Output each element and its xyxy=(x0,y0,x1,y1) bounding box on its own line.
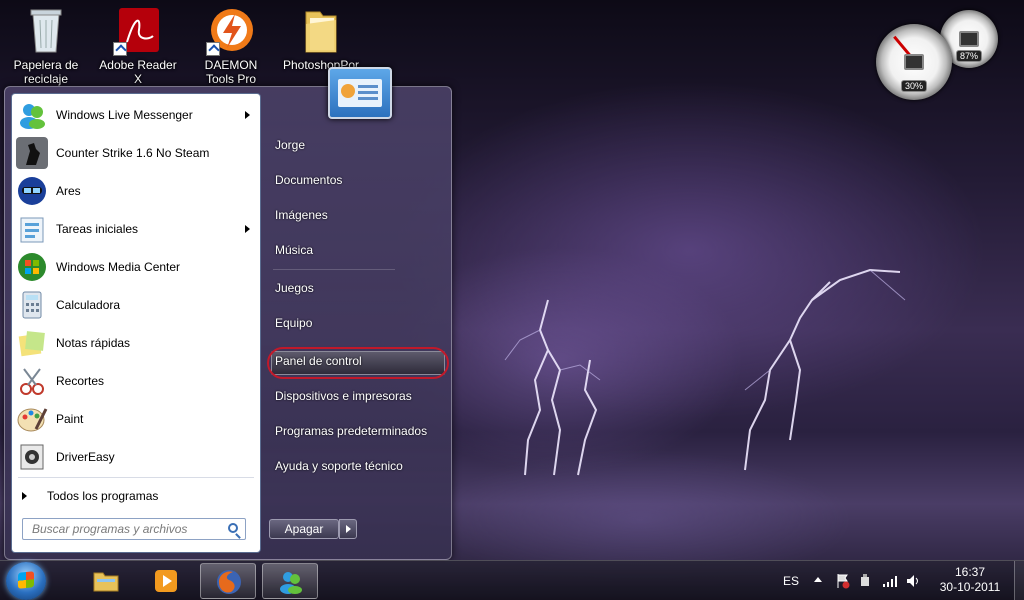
folder-icon xyxy=(298,6,344,54)
volume-icon[interactable] xyxy=(906,574,922,588)
right-item-control-panel[interactable]: Panel de control xyxy=(275,351,362,371)
separator xyxy=(273,269,395,270)
show-hidden-icons-icon[interactable] xyxy=(814,577,822,582)
program-label: Calculadora xyxy=(56,298,121,312)
taskbar-messenger[interactable] xyxy=(262,563,318,599)
right-item-devices[interactable]: Dispositivos e impresoras xyxy=(275,386,412,406)
start-menu: Windows Live Messenger Counter Strike 1.… xyxy=(4,67,452,560)
paint-icon xyxy=(16,403,48,435)
separator xyxy=(18,477,254,478)
taskbar-firefox[interactable] xyxy=(200,563,256,599)
desktop-icon-label: Papelera de reciclaje xyxy=(13,58,79,86)
program-label: DriverEasy xyxy=(56,450,115,464)
program-notas-rapidas[interactable]: Notas rápidas xyxy=(12,324,262,362)
photoshop-folder-desktop-icon[interactable]: PhotoshopPor xyxy=(280,6,362,72)
ares-icon xyxy=(16,175,48,207)
cpu-chip-icon xyxy=(904,54,924,70)
show-desktop-button[interactable] xyxy=(1014,561,1024,600)
shutdown-button[interactable]: Apagar xyxy=(269,519,339,539)
program-ares[interactable]: Ares xyxy=(12,172,262,210)
firefox-icon xyxy=(215,568,243,596)
program-windows-media-center[interactable]: Windows Media Center xyxy=(12,248,262,286)
start-button[interactable] xyxy=(6,562,46,600)
media-center-icon xyxy=(16,251,48,283)
getting-started-icon xyxy=(16,213,48,245)
messenger-icon xyxy=(16,99,48,131)
program-label: Ares xyxy=(56,184,81,198)
submenu-arrow-icon[interactable] xyxy=(245,225,250,233)
program-label: Tareas iniciales xyxy=(56,222,139,236)
drivereasy-icon xyxy=(16,441,48,473)
program-label: Windows Live Messenger xyxy=(56,108,193,122)
messenger-icon xyxy=(277,568,305,596)
programs-pane: Windows Live Messenger Counter Strike 1.… xyxy=(11,93,261,553)
right-item-help[interactable]: Ayuda y soporte técnico xyxy=(275,456,403,476)
program-calculadora[interactable]: Calculadora xyxy=(12,286,262,324)
submenu-arrow-icon[interactable] xyxy=(245,111,250,119)
all-programs-label: Todos los programas xyxy=(47,489,159,503)
program-drivereasy[interactable]: DriverEasy xyxy=(12,438,262,476)
adobe-reader-icon xyxy=(113,6,161,56)
daemon-tools-icon xyxy=(206,6,254,56)
language-indicator[interactable]: ES xyxy=(783,561,799,600)
action-center-flag-icon[interactable] xyxy=(836,573,850,589)
network-signal-icon[interactable] xyxy=(882,574,898,588)
counter-strike-icon xyxy=(16,137,48,169)
right-item-user[interactable]: Jorge xyxy=(275,135,305,155)
shortcut-arrow-icon xyxy=(206,42,220,56)
recycle-bin-desktop-icon[interactable]: Papelera de reciclaje xyxy=(5,6,87,86)
cpu-usage-label: 30% xyxy=(900,80,928,92)
all-programs-button[interactable]: Todos los programas xyxy=(12,482,262,510)
sticky-notes-icon xyxy=(16,327,48,359)
program-windows-live-messenger[interactable]: Windows Live Messenger xyxy=(12,96,262,134)
right-item-games[interactable]: Juegos xyxy=(275,278,314,298)
taskbar-media-player[interactable] xyxy=(138,563,194,599)
desktop-icon-label: Adobe Reader X xyxy=(99,58,177,86)
right-item-documents[interactable]: Documentos xyxy=(275,170,342,190)
search-input[interactable]: Buscar programas y archivos xyxy=(22,518,246,540)
calculator-icon xyxy=(16,289,48,321)
right-item-music[interactable]: Música xyxy=(275,240,313,260)
folder-icon xyxy=(92,567,120,595)
snipping-tool-icon xyxy=(16,365,48,397)
program-label: Notas rápidas xyxy=(56,336,131,350)
right-item-default-programs[interactable]: Programas predeterminados xyxy=(275,421,427,441)
recycle-bin-icon xyxy=(23,6,69,54)
clock-date: 30-10-2011 xyxy=(939,580,1001,594)
media-player-icon xyxy=(152,567,180,595)
safely-remove-hardware-icon[interactable] xyxy=(858,573,872,589)
program-label: Recortes xyxy=(56,374,105,388)
taskbar-explorer[interactable] xyxy=(78,563,134,599)
ram-usage-label: 87% xyxy=(955,50,983,62)
program-paint[interactable]: Paint xyxy=(12,400,262,438)
program-tareas-iniciales[interactable]: Tareas iniciales xyxy=(12,210,262,248)
search-placeholder: Buscar programas y archivos xyxy=(32,522,188,536)
cpu-meter-gadget[interactable]: 30% xyxy=(876,24,952,100)
right-item-computer[interactable]: Equipo xyxy=(275,313,312,333)
memory-chip-icon xyxy=(959,31,979,47)
search-icon[interactable] xyxy=(228,523,238,533)
clock[interactable]: 16:37 30-10-2011 xyxy=(930,565,1010,595)
program-recortes[interactable]: Recortes xyxy=(12,362,262,400)
user-picture[interactable] xyxy=(328,67,392,119)
program-label: Paint xyxy=(56,412,84,426)
right-item-pictures[interactable]: Imágenes xyxy=(275,205,328,225)
program-label: Counter Strike 1.6 No Steam xyxy=(56,146,210,160)
shortcut-arrow-icon xyxy=(113,42,127,56)
daemon-tools-desktop-icon[interactable]: DAEMON Tools Pro xyxy=(190,6,272,86)
desktop-icon-label: DAEMON Tools Pro xyxy=(204,58,258,86)
program-label: Windows Media Center xyxy=(56,260,181,274)
program-counter-strike[interactable]: Counter Strike 1.6 No Steam xyxy=(12,134,262,172)
adobe-reader-desktop-icon[interactable]: Adobe Reader X xyxy=(97,6,179,86)
expand-arrow-icon xyxy=(22,492,27,500)
clock-time: 16:37 xyxy=(954,565,986,579)
shutdown-options-button[interactable] xyxy=(339,519,357,539)
taskbar: ES 16:37 30-10-2011 xyxy=(0,560,1024,600)
